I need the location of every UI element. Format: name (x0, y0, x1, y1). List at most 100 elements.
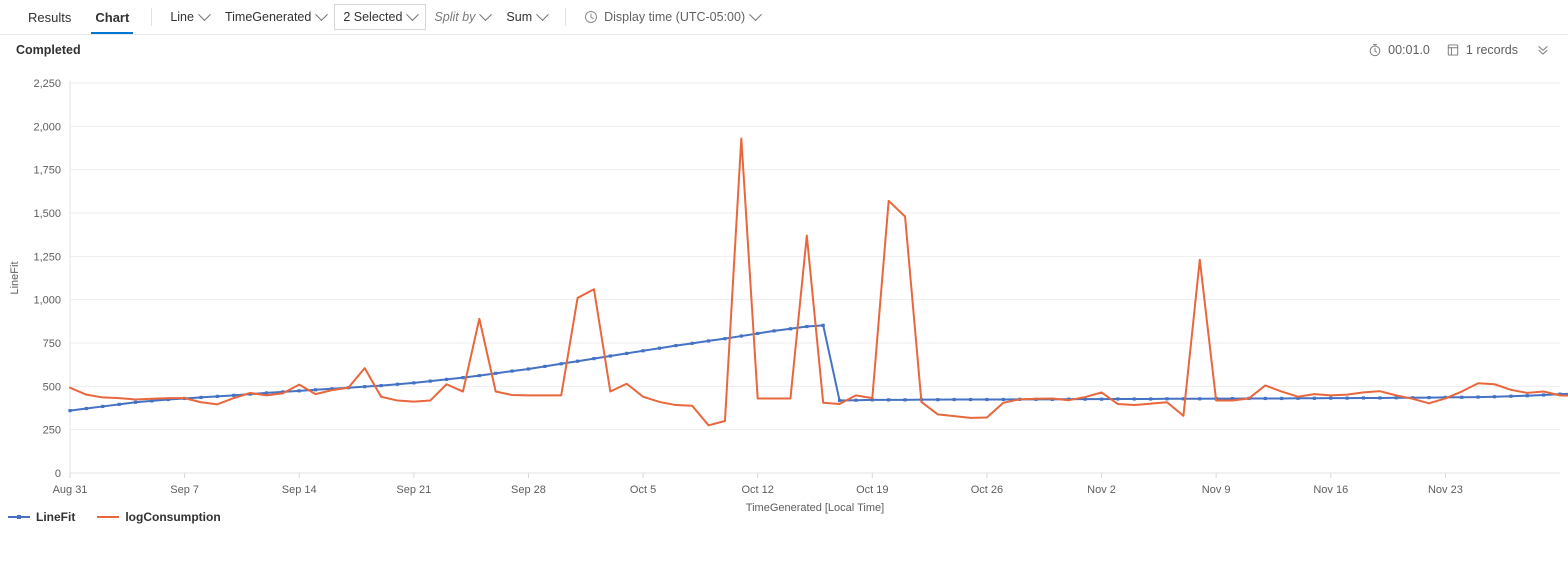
chevron-down-icon (198, 8, 211, 21)
series-marker-linefit (1133, 397, 1136, 400)
y-axis-field-label: 2 Selected (343, 10, 402, 24)
toolbar-divider-2 (565, 8, 566, 26)
x-axis-tick-label: Nov 16 (1313, 484, 1348, 496)
x-axis-field-dropdown[interactable]: TimeGenerated (217, 5, 334, 29)
series-marker-linefit (1526, 394, 1529, 397)
y-axis-tick-label: 0 (55, 468, 61, 480)
status-metrics: 00:01.0 1 records (1368, 41, 1552, 59)
x-axis-field-label: TimeGenerated (225, 10, 311, 24)
y-axis-tick-label: 1,000 (33, 295, 61, 307)
y-axis-tick-label: 1,500 (33, 208, 61, 220)
legend-item-linefit[interactable]: LineFit (8, 510, 75, 524)
legend-item-logconsumption[interactable]: logConsumption (97, 510, 220, 524)
series-marker-linefit (379, 384, 382, 387)
series-marker-linefit (1264, 397, 1267, 400)
series-marker-linefit (1002, 398, 1005, 401)
series-marker-linefit (838, 399, 841, 402)
x-axis-tick-label: Oct 26 (971, 484, 1003, 496)
tab-chart[interactable]: Chart (83, 0, 141, 34)
series-marker-linefit (118, 403, 121, 406)
display-time-dropdown[interactable]: Display time (UTC-05:00) (576, 5, 768, 29)
series-marker-linefit (1100, 398, 1103, 401)
series-marker-linefit (674, 344, 677, 347)
series-marker-linefit (1542, 393, 1545, 396)
chart-toolbar: Results Chart Line TimeGenerated 2 Selec… (0, 0, 1568, 35)
series-marker-linefit (199, 396, 202, 399)
double-chevron-down-icon (1536, 43, 1550, 57)
y-axis-tick-label: 1,750 (33, 165, 61, 177)
y-axis-tick-label: 750 (43, 338, 61, 350)
series-marker-linefit (396, 383, 399, 386)
chevron-down-icon (536, 8, 549, 21)
y-axis-field-dropdown[interactable]: 2 Selected (334, 4, 426, 30)
series-marker-linefit (658, 347, 661, 350)
chart-area: 02505007501,0001,2501,5001,7502,0002,250… (0, 65, 1568, 530)
y-axis-title: LineFit (9, 261, 21, 294)
x-axis-tick-label: Sep 14 (282, 484, 317, 496)
y-axis-tick-label: 2,250 (33, 78, 61, 90)
aggregation-dropdown[interactable]: Sum (498, 5, 555, 29)
series-marker-linefit (641, 349, 644, 352)
series-marker-linefit (412, 381, 415, 384)
tab-results[interactable]: Results (16, 0, 83, 34)
series-marker-linefit (740, 334, 743, 337)
series-marker-linefit (887, 398, 890, 401)
series-marker-linefit (1493, 395, 1496, 398)
series-marker-linefit (707, 339, 710, 342)
series-marker-linefit (854, 399, 857, 402)
series-marker-linefit (1509, 395, 1512, 398)
series-marker-linefit (543, 365, 546, 368)
series-marker-linefit (1198, 397, 1201, 400)
x-axis-tick-label: Sep 7 (170, 484, 199, 496)
records-icon (1446, 43, 1460, 57)
series-marker-linefit (1378, 396, 1381, 399)
y-axis-tick-label: 1,250 (33, 251, 61, 263)
series-marker-linefit (298, 389, 301, 392)
series-marker-linefit (1362, 396, 1365, 399)
chart-legend: LineFit logConsumption (8, 510, 221, 524)
query-state-label: Completed (16, 43, 81, 57)
line-chart[interactable]: 02505007501,0001,2501,5001,7502,0002,250… (0, 65, 1568, 530)
series-line-logconsumption[interactable] (70, 138, 1568, 425)
series-marker-linefit (232, 394, 235, 397)
series-marker-linefit (1460, 396, 1463, 399)
series-marker-linefit (592, 357, 595, 360)
series-marker-linefit (478, 374, 481, 377)
series-marker-linefit (822, 324, 825, 327)
chart-type-label: Line (170, 10, 194, 24)
chart-type-dropdown[interactable]: Line (162, 5, 217, 29)
series-marker-linefit (625, 352, 628, 355)
timer-icon (1368, 43, 1382, 57)
query-duration-label: 00:01.0 (1388, 43, 1430, 57)
series-marker-linefit (527, 367, 530, 370)
series-marker-linefit (1149, 397, 1152, 400)
series-marker-linefit (314, 388, 317, 391)
collapse-panel-button[interactable] (1534, 41, 1552, 59)
y-axis-tick-label: 2,000 (33, 121, 61, 133)
series-marker-linefit (445, 378, 448, 381)
series-marker-linefit (85, 407, 88, 410)
display-time-label: Display time (UTC-05:00) (604, 10, 745, 24)
x-axis-tick-label: Nov 23 (1428, 484, 1463, 496)
series-marker-linefit (772, 329, 775, 332)
series-marker-linefit (789, 327, 792, 330)
series-marker-linefit (691, 342, 694, 345)
series-marker-linefit (953, 398, 956, 401)
aggregation-label: Sum (506, 10, 532, 24)
record-count: 1 records (1446, 43, 1518, 57)
series-marker-linefit (1329, 397, 1332, 400)
legend-swatch-linefit (8, 512, 30, 522)
series-marker-linefit (756, 332, 759, 335)
record-count-label: 1 records (1466, 43, 1518, 57)
split-by-dropdown[interactable]: Split by (426, 5, 498, 29)
series-marker-linefit (494, 372, 497, 375)
x-axis-tick-label: Nov 9 (1202, 484, 1231, 496)
x-axis-tick-label: Oct 12 (741, 484, 773, 496)
series-marker-linefit (723, 337, 726, 340)
series-marker-linefit (510, 369, 513, 372)
series-marker-linefit (969, 398, 972, 401)
series-marker-linefit (429, 380, 432, 383)
series-marker-linefit (1116, 397, 1119, 400)
series-marker-linefit (1477, 395, 1480, 398)
clock-icon (584, 10, 598, 24)
